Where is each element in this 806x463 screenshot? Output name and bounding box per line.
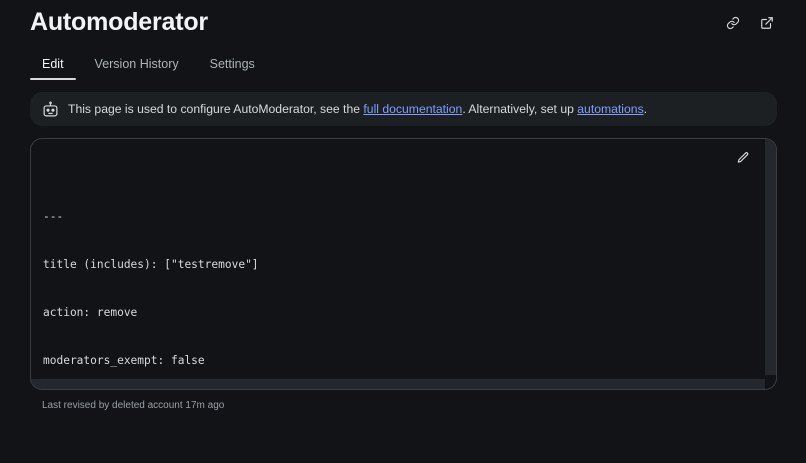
copy-link-button[interactable] bbox=[722, 12, 744, 34]
automations-link[interactable]: automations bbox=[577, 102, 643, 116]
robot-icon bbox=[42, 100, 59, 118]
horizontal-scrollbar[interactable] bbox=[31, 379, 765, 389]
code-line: title (includes): ["testremove"] bbox=[43, 258, 259, 271]
code-line: action: remove bbox=[43, 306, 138, 319]
automoderator-page: Automoderator Edit Version History Setti… bbox=[0, 0, 806, 463]
pencil-icon bbox=[737, 152, 749, 163]
tab-version-history[interactable]: Version History bbox=[83, 50, 191, 80]
page-title: Automoderator bbox=[30, 8, 208, 36]
tab-edit[interactable]: Edit bbox=[30, 50, 76, 80]
revision-info: Last revised by deleted account 17m ago bbox=[42, 400, 225, 411]
tab-settings[interactable]: Settings bbox=[198, 50, 267, 80]
tab-bar: Edit Version History Settings bbox=[30, 50, 274, 80]
header-actions bbox=[722, 12, 778, 34]
banner-text: This page is used to configure AutoModer… bbox=[68, 102, 648, 116]
code-line: moderators_exempt: false bbox=[43, 354, 205, 367]
full-documentation-link[interactable]: full documentation bbox=[363, 102, 462, 116]
info-banner: This page is used to configure AutoModer… bbox=[30, 92, 777, 126]
edit-button[interactable] bbox=[736, 151, 750, 165]
link-icon bbox=[726, 16, 740, 30]
code-line: --- bbox=[43, 210, 64, 223]
external-link-icon bbox=[761, 17, 773, 29]
config-editor[interactable]: --- title (includes): ["testremove"] act… bbox=[30, 138, 777, 390]
code-content[interactable]: --- title (includes): ["testremove"] act… bbox=[43, 177, 259, 389]
vertical-scrollbar[interactable] bbox=[765, 139, 776, 375]
open-external-button[interactable] bbox=[756, 12, 778, 34]
